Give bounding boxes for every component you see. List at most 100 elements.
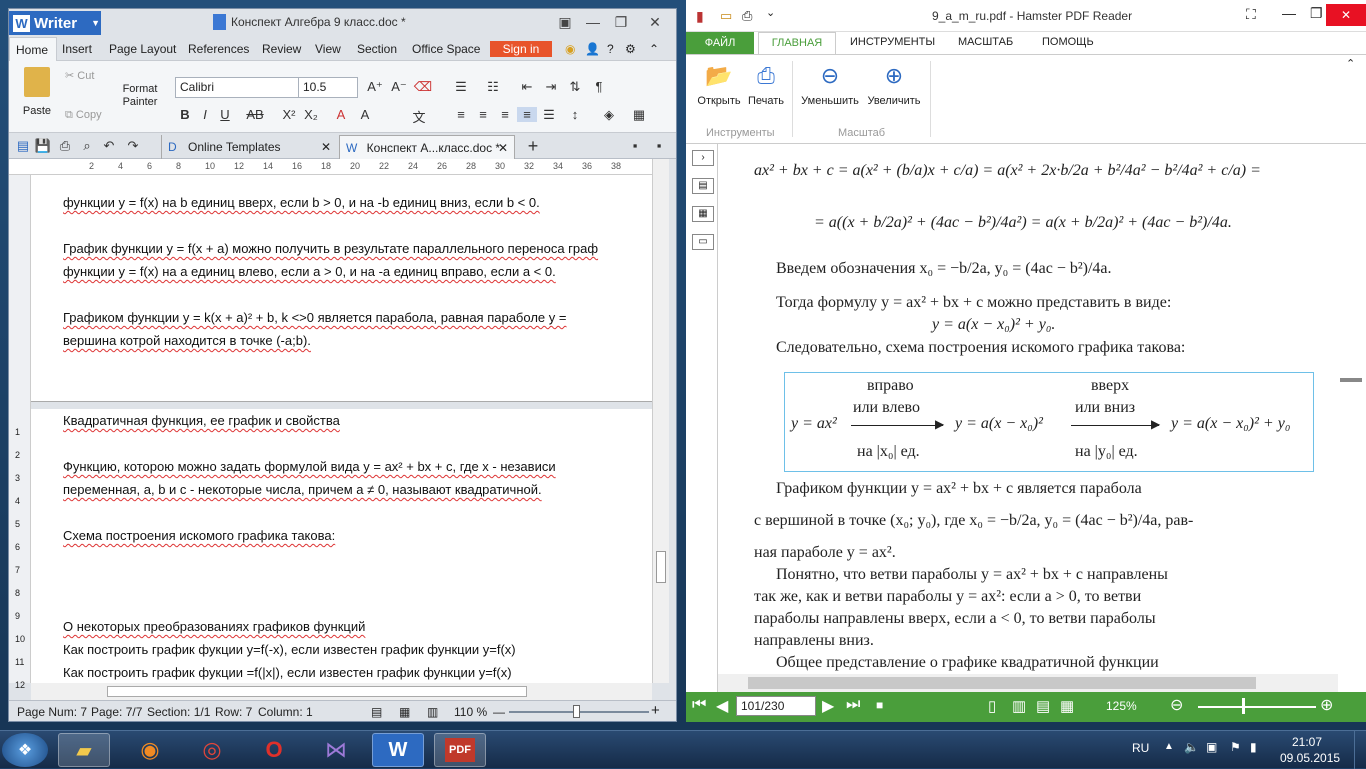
menu-review[interactable]: Review	[262, 42, 301, 56]
align-left-icon[interactable]: ≡	[451, 107, 471, 122]
taskbar-firefox[interactable]: ◉	[124, 733, 176, 767]
quick-access-chevron-icon[interactable]: ⌄	[766, 6, 775, 19]
show-marks-icon[interactable]: ¶	[589, 79, 609, 94]
phonetic-guide-button[interactable]: 文	[409, 107, 429, 126]
horizontal-ruler[interactable]: 2 4 6 8 10 12 14 16 18 20 22 24 26 28 30 32 34 36 38	[9, 159, 652, 175]
tab-online-templates[interactable]: D Online Templates ✕	[161, 135, 337, 159]
zoom-slider-thumb[interactable]	[573, 705, 580, 718]
maximize-button[interactable]: ❐	[1310, 5, 1323, 22]
print-icon[interactable]: ⎙	[55, 138, 75, 154]
network-icon[interactable]: ▣	[1206, 740, 1217, 754]
web-layout-icon[interactable]: ▦	[399, 705, 410, 719]
tray-expand-icon[interactable]: ▲	[1164, 741, 1174, 752]
font-size-select[interactable]: 10.5	[298, 77, 358, 98]
menu-references[interactable]: References	[188, 42, 249, 56]
zoom-level[interactable]: 110 %	[454, 705, 487, 719]
settings-icon[interactable]: ⚙	[625, 42, 636, 56]
document-page[interactable]: функции y = f(x) на b единиц вверх, если…	[31, 175, 652, 683]
justify-icon[interactable]: ≡	[517, 107, 537, 122]
start-button[interactable]: ❖	[2, 733, 48, 767]
pdf-vertical-scrollbar[interactable]	[1338, 144, 1366, 674]
subscript-button[interactable]: X₂	[301, 107, 321, 122]
expand-panel-icon[interactable]: ›	[692, 150, 714, 166]
show-desktop-button[interactable]	[1354, 731, 1366, 769]
close-button[interactable]: ✕	[645, 13, 665, 31]
bold-button[interactable]: B	[175, 107, 195, 122]
taskbar-opera[interactable]: O	[248, 733, 300, 767]
continuous-icon[interactable]: ▥	[1012, 697, 1026, 715]
last-page-icon[interactable]: ⏭	[846, 696, 860, 714]
underline-button[interactable]: U	[215, 107, 235, 122]
fullscreen-icon[interactable]: ⛶	[1246, 6, 1256, 23]
thumbnails-icon[interactable]: ▤	[692, 178, 714, 194]
italic-button[interactable]: I	[195, 107, 215, 122]
print-button[interactable]: ⎙ Печать	[744, 63, 788, 107]
ribbon-collapse-icon[interactable]: ⌃	[649, 42, 659, 56]
indent-decrease-icon[interactable]: ⇤	[517, 79, 537, 95]
font-name-select[interactable]: Calibri	[175, 77, 299, 98]
battery-icon[interactable]: ▮	[1250, 740, 1257, 754]
menu-section[interactable]: Section	[357, 42, 397, 56]
copy-button[interactable]: ⧉ Copy	[65, 109, 102, 122]
zoom-out-button[interactable]: ⊖ Уменьшить	[798, 63, 862, 107]
menu-view[interactable]: View	[315, 42, 341, 56]
first-page-icon[interactable]: ⏮	[692, 696, 706, 714]
paste-button[interactable]: Paste	[19, 67, 55, 117]
bookmarks-icon[interactable]: ▦	[692, 206, 714, 222]
taskbar-explorer[interactable]: ▰	[58, 733, 110, 767]
clear-format-icon[interactable]: ⌫	[413, 79, 433, 95]
highlight-button[interactable]: A	[355, 107, 375, 122]
print-layout-icon[interactable]: ▤	[371, 705, 382, 719]
line-spacing-icon[interactable]: ↕	[565, 107, 585, 122]
tab-menu-icon[interactable]: ▪	[649, 138, 669, 153]
save-icon[interactable]: 💾	[33, 138, 53, 154]
align-center-icon[interactable]: ≡	[473, 107, 493, 122]
close-tab-icon[interactable]: ✕	[498, 141, 508, 155]
vertical-scrollbar[interactable]	[652, 159, 669, 683]
hscroll-thumb[interactable]	[107, 686, 527, 697]
indent-increase-icon[interactable]: ⇥	[541, 79, 561, 95]
borders-icon[interactable]: ▦	[629, 107, 649, 123]
minimize-button[interactable]: —	[1282, 5, 1296, 21]
maximize-button[interactable]: ❐	[611, 13, 631, 31]
format-painter-button[interactable]: Format Painter	[115, 83, 165, 109]
pdf-zoom-out-icon[interactable]: ⊖	[1170, 695, 1183, 715]
print-quick-icon[interactable]: ⎙	[742, 8, 752, 24]
bulb-icon[interactable]: ◉	[565, 42, 575, 56]
taskbar-pdf[interactable]: PDF	[434, 733, 486, 767]
user-icon[interactable]: 👤	[585, 42, 600, 56]
close-button[interactable]: ✕	[1326, 4, 1366, 26]
pdf-page[interactable]: ax² + bx + c = a(x² + (b/a)x + c/a) = a(…	[718, 144, 1338, 674]
open-quick-icon[interactable]: ▭	[720, 8, 732, 24]
outline-icon[interactable]: ▭	[692, 234, 714, 250]
pdf-horizontal-scrollbar[interactable]	[718, 674, 1338, 692]
flag-icon[interactable]: ⚑	[1230, 740, 1241, 754]
taskbar-writer[interactable]: W	[372, 733, 424, 767]
clock-date[interactable]: 09.05.2015	[1280, 751, 1340, 765]
minimize-button[interactable]: —	[583, 13, 603, 31]
tab-file[interactable]: ФАЙЛ	[686, 32, 754, 54]
ribbon-collapse-icon[interactable]: ⌃	[1346, 57, 1355, 70]
stop-icon[interactable]: ■	[876, 698, 883, 712]
strikethrough-button[interactable]: AB	[245, 107, 265, 122]
tab-document[interactable]: W Конспект А...класс.doc * ✕	[339, 135, 515, 159]
help-icon[interactable]: ?	[607, 42, 614, 56]
font-color-button[interactable]: A	[331, 107, 351, 122]
prev-page-icon[interactable]: ◀	[716, 696, 728, 716]
tab-list-icon[interactable]: ▪	[625, 138, 645, 153]
volume-icon[interactable]: 🔈	[1184, 740, 1199, 754]
language-indicator[interactable]: RU	[1132, 741, 1149, 755]
distribute-icon[interactable]: ☰	[539, 107, 559, 123]
zoom-in-icon[interactable]: +	[651, 702, 660, 719]
cut-button[interactable]: ✂ Cut	[65, 69, 94, 82]
pdf-zoom-slider-thumb[interactable]	[1242, 698, 1245, 714]
zoom-out-icon[interactable]: —	[493, 705, 505, 719]
add-tab-icon[interactable]: +	[523, 136, 543, 157]
align-right-icon[interactable]: ≡	[495, 107, 515, 122]
writer-app-menu-button[interactable]: W Writer ▼	[9, 11, 101, 35]
redo-icon[interactable]: ↷	[123, 138, 143, 154]
tab-help[interactable]: ПОМОЩЬ	[1042, 36, 1094, 48]
single-page-icon[interactable]: ▯	[988, 697, 996, 715]
new-icon[interactable]: ▤	[13, 138, 33, 154]
shrink-font-icon[interactable]: A⁻	[389, 79, 409, 95]
